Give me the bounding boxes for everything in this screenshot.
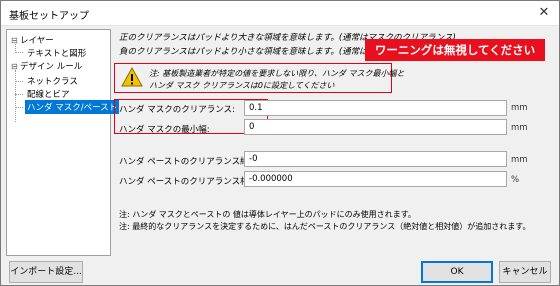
paste-rel-input[interactable]: -0.000000 [244,171,507,187]
tree-connector [15,94,23,95]
tree-item-solder-mask-paste[interactable]: ハンダ マスク/ペースト [25,100,120,114]
note-line-2: 注: 最終的なクリアランスを決定するために、はんだペーストのクリアランス（絶対値… [119,222,531,231]
board-setup-dialog: 基板セットアップ ✕ ⊟ レイヤー テキストと図形 ⊟ デザイン ルール ネットクラ… [0,0,560,286]
tree-item-label: テキストと図形 [27,49,87,59]
warning-line-2: ハンダ マスク クリアランスは0に設定してください [149,81,335,90]
close-icon[interactable]: ✕ [535,5,553,21]
tree-item-net-classes[interactable]: ネットクラス [25,74,80,88]
note-line-1: 注: ハンダ マスクとペーストの 値は導体レイヤー上のパッドにのみ使用されます。 [119,210,416,219]
mask-min-width-input[interactable]: 0 [244,119,507,135]
settings-tree: ⊟ レイヤー テキストと図形 ⊟ デザイン ルール ネットクラス 配線とビア ハンダ… [6,29,120,256]
paste-rel-unit: % [511,175,520,185]
paste-abs-unit: mm [511,155,528,165]
mask-min-width-unit: mm [511,123,528,133]
tree-item-label: デザイン ルール [20,62,83,72]
paste-abs-input[interactable]: -0 [244,151,507,167]
warning-triangle-icon [121,67,143,87]
import-settings-button[interactable]: インポート設定... [9,261,83,283]
mask-clearance-input[interactable]: 0.1 [244,100,507,116]
tree-item-tracks-vias[interactable]: 配線とビア [25,87,72,101]
tree-connector [15,70,16,122]
collapse-icon[interactable]: ⊟ [11,62,20,71]
mask-clearance-unit: mm [511,103,528,113]
warning-line-1: 注: 基板製造業者が特定の値を要求しない限り、ハンダ マスク最小幅と [149,69,405,78]
tree-item-label: レイヤー [20,36,54,46]
mask-clearance-label: ハンダ マスクのクリアランス: [119,105,235,115]
tree-connector [15,81,23,82]
tree-item-label: 配線とビア [27,90,70,100]
tree-item-design-rules[interactable]: ⊟ デザイン ルール [9,59,84,73]
tree-item-layers[interactable]: ⊟ レイヤー [9,33,56,47]
tree-item-label: ネットクラス [27,77,78,87]
cancel-button[interactable]: キャンセル [499,261,551,283]
ok-button[interactable]: OK [421,261,493,283]
window-title: 基板セットアップ [9,11,89,22]
tree-connector [15,52,23,53]
tree-item-text-graphics[interactable]: テキストと図形 [25,46,88,60]
ignore-warning-callout: ワーニングは無視してください [365,39,545,61]
tree-connector [15,107,23,108]
tree-item-label: ハンダ マスク/ペースト [27,103,118,113]
title-bar: 基板セットアップ ✕ [1,1,559,26]
mask-min-width-label: ハンダ マスクの最小幅: [119,125,210,135]
collapse-icon[interactable]: ⊟ [11,36,20,45]
